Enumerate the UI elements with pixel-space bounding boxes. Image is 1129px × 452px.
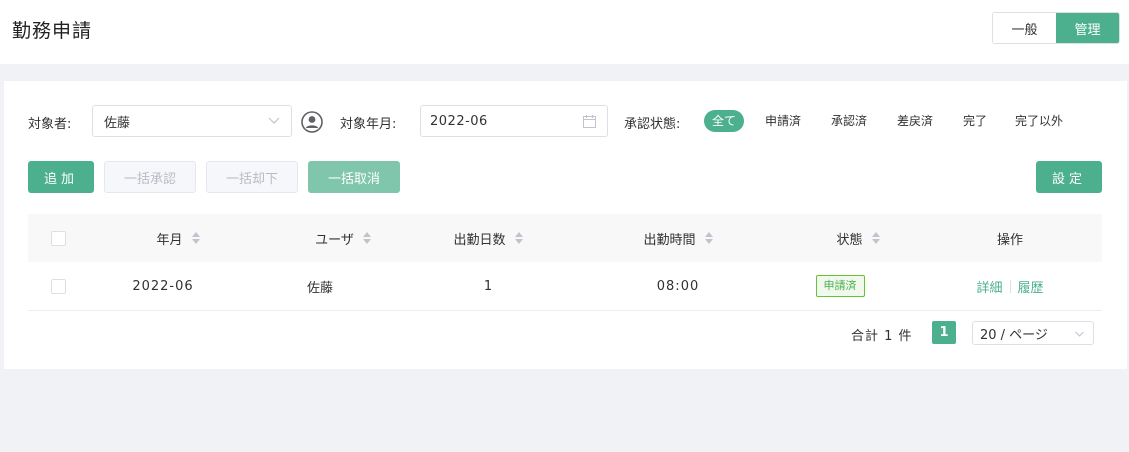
header-select-cell — [28, 214, 88, 262]
header-actions-label: 操作 — [996, 232, 1023, 248]
target-user-label: 対象者: — [28, 117, 72, 132]
status-option-returned[interactable]: 差戻済 — [897, 110, 933, 132]
main-panel: 対象者: 佐藤 対象年月: 2022-06 承認状態: 全て 申請済 承認済 差… — [4, 81, 1127, 369]
table-row: 2022-06 佐藤 1 08:00 申請済 詳細 履歴 — [28, 262, 1102, 311]
page-title: 勤務申請 — [12, 20, 93, 42]
history-link[interactable]: 履歴 — [1018, 277, 1044, 296]
chevron-down-icon — [1075, 331, 1084, 337]
mode-general-button[interactable]: 一般 — [993, 13, 1056, 43]
add-button[interactable]: 追加 — [28, 161, 94, 193]
header-status-label: 状態 — [836, 232, 863, 248]
sort-icon[interactable] — [191, 232, 200, 244]
header-user[interactable]: ユーザ — [268, 214, 418, 262]
page-size-value: 20 / ページ — [980, 327, 1048, 343]
sort-icon[interactable] — [362, 232, 371, 244]
calendar-icon — [583, 115, 596, 128]
pagination-page-1[interactable]: 1 — [932, 321, 956, 344]
bulk-approve-button[interactable]: 一括承認 — [104, 161, 196, 193]
action-divider — [1009, 279, 1011, 293]
user-picker-icon[interactable] — [301, 111, 323, 133]
top-bar: 勤務申請 一般 管理 — [0, 0, 1129, 64]
status-option-applied[interactable]: 申請済 — [765, 110, 801, 132]
target-month-value: 2022-06 — [430, 113, 488, 129]
status-badge: 申請済 — [815, 275, 865, 297]
mode-admin-button[interactable]: 管理 — [1056, 13, 1119, 43]
page-size-select[interactable]: 20 / ページ — [972, 321, 1094, 345]
status-option-completed[interactable]: 完了 — [963, 110, 987, 132]
cell-actions: 詳細 履歴 — [918, 262, 1102, 310]
sort-icon[interactable] — [871, 232, 880, 244]
bulk-cancel-button[interactable]: 一括取消 — [308, 161, 400, 193]
detail-link[interactable]: 詳細 — [976, 277, 1002, 296]
header-hours-label: 出勤時間 — [643, 232, 696, 248]
cell-days: 1 — [483, 278, 493, 294]
cell-month: 2022-06 — [132, 278, 194, 294]
mode-switch: 一般 管理 — [992, 12, 1120, 44]
cell-hours: 08:00 — [656, 278, 700, 294]
header-days[interactable]: 出勤日数 — [418, 214, 558, 262]
settings-button[interactable]: 設定 — [1036, 161, 1102, 193]
target-month-picker[interactable]: 2022-06 — [420, 105, 608, 137]
target-month-label: 対象年月: — [340, 117, 397, 132]
chevron-down-icon — [268, 117, 280, 124]
sort-icon[interactable] — [514, 232, 523, 244]
header-user-label: ユーザ — [315, 232, 354, 248]
application-table: 年月 ユーザ 出勤日数 出勤時間 状態 操作 2022-06 佐藤 1 08:0… — [28, 214, 1102, 311]
header-status[interactable]: 状態 — [798, 214, 918, 262]
status-option-all[interactable]: 全て — [704, 110, 745, 132]
target-user-select[interactable]: 佐藤 — [92, 105, 292, 137]
header-actions: 操作 — [918, 214, 1102, 262]
status-filter-label: 承認状態: — [624, 117, 681, 132]
status-option-approved[interactable]: 承認済 — [831, 110, 867, 132]
row-select-cell — [28, 262, 88, 310]
header-month-label: 年月 — [156, 232, 183, 248]
cell-status: 申請済 — [768, 262, 912, 310]
select-all-checkbox[interactable] — [50, 230, 66, 246]
header-month[interactable]: 年月 — [88, 214, 268, 262]
cell-user: 佐藤 — [306, 280, 333, 296]
header-days-label: 出勤日数 — [453, 232, 506, 248]
sort-icon[interactable] — [704, 232, 713, 244]
target-user-value: 佐藤 — [104, 115, 131, 131]
table-header: 年月 ユーザ 出勤日数 出勤時間 状態 操作 — [28, 214, 1102, 262]
header-hours[interactable]: 出勤時間 — [558, 214, 798, 262]
bulk-reject-button[interactable]: 一括却下 — [206, 161, 298, 193]
row-checkbox[interactable] — [50, 278, 66, 294]
status-option-not-completed[interactable]: 完了以外 — [1015, 110, 1063, 132]
pagination-total: 合計 1 件 — [851, 329, 913, 344]
